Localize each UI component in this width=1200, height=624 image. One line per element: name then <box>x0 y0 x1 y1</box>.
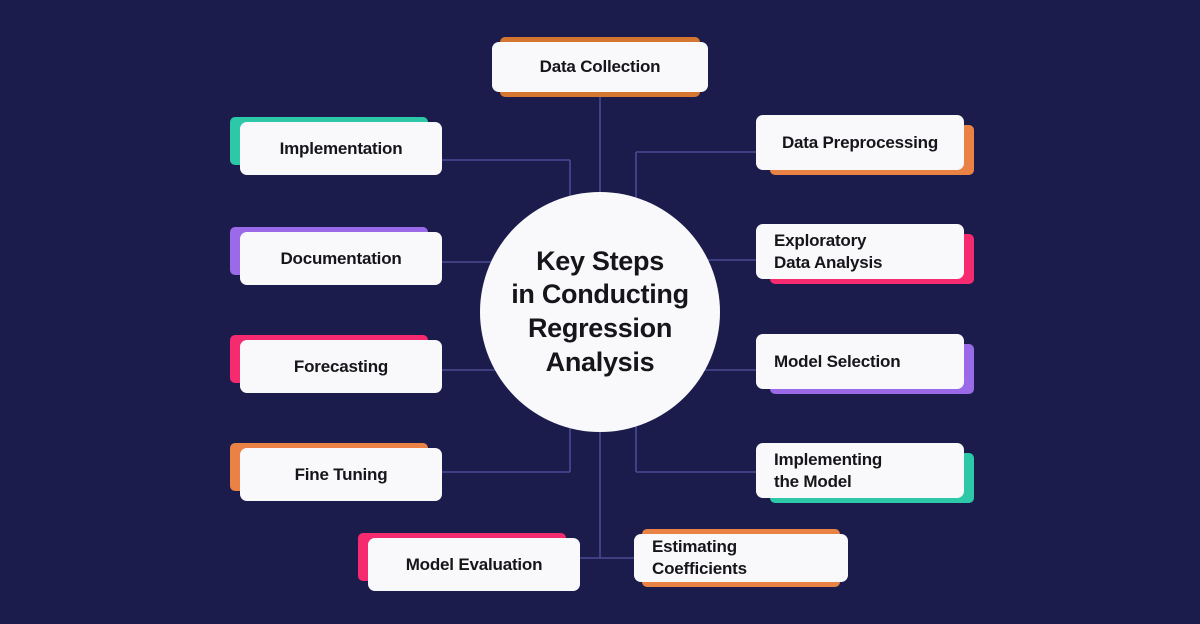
node-data-preprocessing[interactable]: Data Preprocessing <box>756 115 974 175</box>
node-panel: Data Collection <box>492 42 708 92</box>
node-panel: Implementation <box>240 122 442 175</box>
node-label: Model Evaluation <box>405 554 543 574</box>
node-panel: Exploratory Data Analysis <box>756 224 964 279</box>
node-label: Data Collection <box>539 57 661 77</box>
node-label-line-1: Exploratory <box>774 230 867 250</box>
diagram-canvas: Key Steps in Conducting Regression Analy… <box>0 0 1200 624</box>
center-title-line-2: in Conducting <box>511 279 689 310</box>
node-label: Exploratory Data Analysis <box>774 230 946 274</box>
node-label-line-1: Implementing <box>774 449 883 469</box>
node-panel: Implementing the Model <box>756 443 964 498</box>
node-exploratory-data-analysis[interactable]: Exploratory Data Analysis <box>756 224 974 284</box>
node-label: Implementation <box>279 138 403 158</box>
node-implementation[interactable]: Implementation <box>230 117 442 175</box>
node-label: Fine Tuning <box>294 464 388 484</box>
node-documentation[interactable]: Documentation <box>230 227 442 285</box>
node-label: Forecasting <box>293 356 389 376</box>
center-title-line-1: Key Steps <box>536 245 664 276</box>
node-panel: Estimating Coefficients <box>634 534 848 582</box>
node-label: Implementing the Model <box>774 449 946 493</box>
node-label: Documentation <box>280 248 402 268</box>
center-title-line-3: Regression <box>527 313 673 343</box>
node-data-collection[interactable]: Data Collection <box>492 37 708 97</box>
node-label: Data Preprocessing <box>781 132 939 152</box>
center-hub: Key Steps in Conducting Regression Analy… <box>480 192 720 432</box>
node-panel: Data Preprocessing <box>756 115 964 170</box>
node-label: Model Selection <box>774 351 901 371</box>
node-fine-tuning[interactable]: Fine Tuning <box>230 443 442 501</box>
node-implementing-the-model[interactable]: Implementing the Model <box>756 443 974 503</box>
center-title-line-4: Analysis <box>545 346 655 377</box>
node-panel: Fine Tuning <box>240 448 442 501</box>
node-label-line-2: the Model <box>774 471 852 491</box>
node-panel: Forecasting <box>240 340 442 393</box>
node-panel: Model Selection <box>756 334 964 389</box>
node-model-evaluation[interactable]: Model Evaluation <box>358 533 580 591</box>
node-panel: Documentation <box>240 232 442 285</box>
node-forecasting[interactable]: Forecasting <box>230 335 442 393</box>
node-estimating-coefficients[interactable]: Estimating Coefficients <box>634 529 848 587</box>
node-label-line-2: Coefficients <box>652 559 747 578</box>
node-model-selection[interactable]: Model Selection <box>756 334 974 394</box>
center-hub-title: Key Steps in Conducting Regression Analy… <box>503 245 697 380</box>
node-label-line-2: Data Analysis <box>774 252 883 272</box>
node-label-line-1: Estimating <box>652 537 737 557</box>
node-label: Estimating Coefficients <box>652 536 830 580</box>
node-panel: Model Evaluation <box>368 538 580 591</box>
